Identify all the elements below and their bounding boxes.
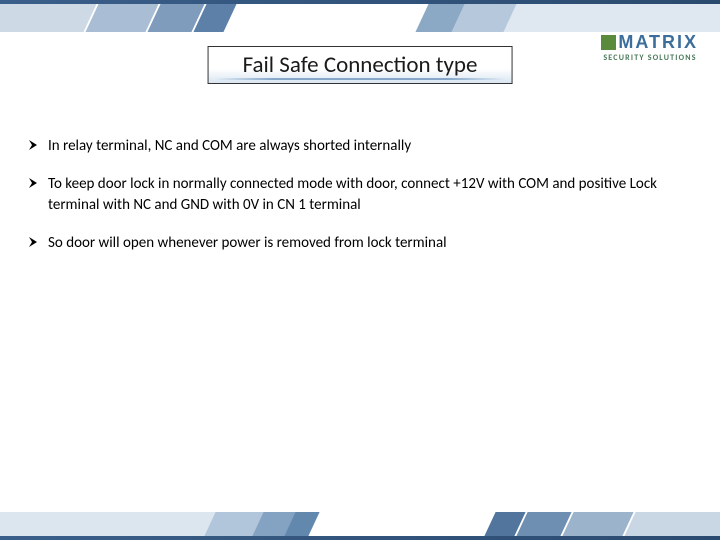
list-item: So door will open whenever power is remo… — [28, 233, 680, 253]
arrow-right-icon — [28, 139, 40, 151]
header-decoration — [0, 0, 720, 36]
logo-square-icon — [601, 35, 616, 50]
footer-shape — [624, 512, 720, 536]
footer-stripe — [0, 536, 720, 540]
footer-shape — [0, 512, 226, 536]
logo-main: MATRIX — [601, 32, 698, 53]
header-shape — [85, 4, 158, 32]
page-title: Fail Safe Connection type — [243, 51, 478, 79]
title-box: Fail Safe Connection type — [208, 46, 513, 84]
list-item: In relay terminal, NC and COM are always… — [28, 136, 680, 156]
logo-tagline: SECURITY SOLUTIONS — [601, 53, 698, 63]
footer-shape — [562, 512, 633, 536]
logo-brand-text: MATRIX — [618, 32, 698, 53]
arrow-right-icon — [28, 236, 40, 248]
header-shape — [493, 4, 720, 32]
footer-decoration — [0, 508, 720, 540]
arrow-right-icon — [28, 177, 40, 189]
list-item: To keep door lock in normally connected … — [28, 174, 680, 215]
bullet-text: In relay terminal, NC and COM are always… — [48, 136, 411, 156]
bullet-text: So door will open whenever power is remo… — [48, 233, 447, 253]
bullet-list: In relay terminal, NC and COM are always… — [28, 136, 680, 271]
header-shape — [0, 4, 97, 32]
bullet-text: To keep door lock in normally connected … — [48, 174, 680, 215]
brand-logo: MATRIX SECURITY SOLUTIONS — [601, 32, 698, 63]
